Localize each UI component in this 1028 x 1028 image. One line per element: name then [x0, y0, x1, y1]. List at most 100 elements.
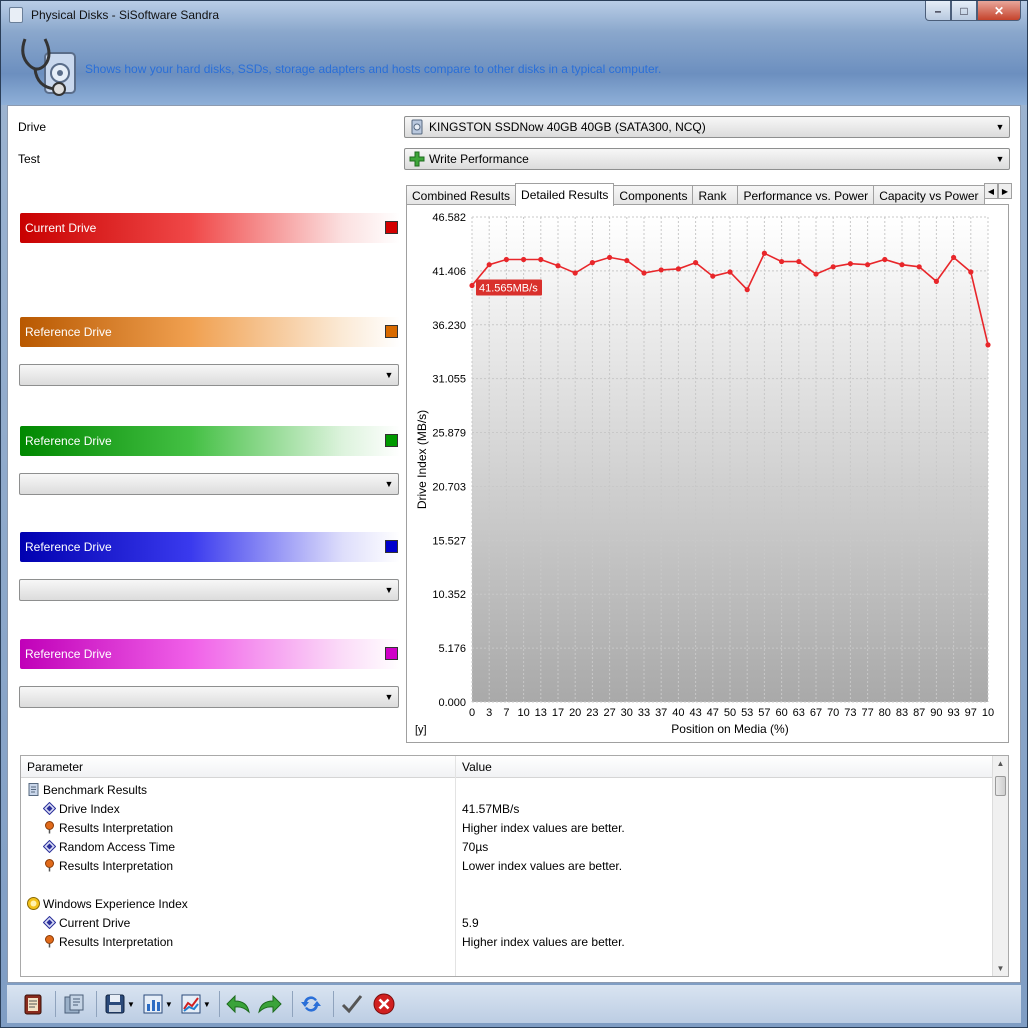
- reference-drive-3-label: Reference Drive: [25, 540, 112, 554]
- options-icon[interactable]: [60, 990, 88, 1018]
- data-point[interactable]: [847, 261, 853, 267]
- maximize-button[interactable]: □: [951, 1, 977, 21]
- data-point[interactable]: [486, 262, 492, 268]
- x-tick-label: 10: [517, 707, 529, 719]
- drive-select[interactable]: KINGSTON SSDNow 40GB 40GB (SATA300, NCQ)…: [404, 116, 1010, 138]
- column-header-parameter[interactable]: Parameter: [27, 760, 83, 774]
- cancel-icon[interactable]: [370, 990, 398, 1018]
- tab-combined-results[interactable]: Combined Results: [406, 185, 517, 206]
- data-point[interactable]: [675, 266, 681, 272]
- reference-drive-3-color-swatch[interactable]: [385, 540, 398, 553]
- test-select[interactable]: Write Performance ▼: [404, 148, 1010, 170]
- column-header-value[interactable]: Value: [462, 760, 492, 774]
- x-tick-label: 47: [707, 707, 719, 719]
- table-row[interactable]: Results Interpretation Lower index values…: [21, 857, 994, 876]
- table-row[interactable]: Windows Experience Index: [21, 895, 994, 914]
- table-row[interactable]: Current Drive 5.9: [21, 914, 994, 933]
- table-row[interactable]: Drive Index 41.57MB/s: [21, 800, 994, 819]
- tab-detailed-results[interactable]: Detailed Results: [515, 183, 615, 206]
- scroll-down-icon[interactable]: ▼: [993, 961, 1008, 976]
- reference-drive-4-select[interactable]: ▼: [19, 686, 399, 708]
- data-point[interactable]: [796, 258, 802, 265]
- table-row[interactable]: Results Interpretation Higher index value…: [21, 933, 994, 952]
- save-icon[interactable]: [101, 990, 129, 1018]
- data-point[interactable]: [641, 270, 647, 276]
- data-point[interactable]: [538, 256, 544, 263]
- data-point[interactable]: [710, 273, 716, 279]
- data-point[interactable]: [761, 250, 767, 256]
- reference-drive-3-band[interactable]: Reference Drive: [20, 532, 400, 562]
- data-point[interactable]: [744, 287, 750, 293]
- data-point[interactable]: [555, 263, 561, 269]
- table-row[interactable]: [21, 876, 994, 895]
- reference-drive-4-band[interactable]: Reference Drive: [20, 639, 400, 669]
- reference-drive-1-band[interactable]: Reference Drive: [20, 317, 400, 347]
- tab-capacity-vs-power[interactable]: Capacity vs Power: [873, 185, 985, 206]
- data-point[interactable]: [951, 254, 957, 261]
- tab-components[interactable]: Components: [613, 185, 694, 206]
- data-point[interactable]: [899, 262, 905, 268]
- current-drive-color-swatch[interactable]: [385, 221, 398, 234]
- reference-drive-1-color-swatch[interactable]: [385, 325, 398, 338]
- data-point[interactable]: [607, 254, 613, 261]
- data-point[interactable]: [882, 256, 888, 263]
- data-point[interactable]: [985, 342, 991, 348]
- tab-rank[interactable]: Rank: [692, 185, 739, 206]
- data-point[interactable]: [865, 262, 871, 268]
- data-point[interactable]: [624, 257, 630, 264]
- data-point[interactable]: [572, 270, 578, 276]
- minimize-button[interactable]: –: [925, 1, 951, 21]
- data-point[interactable]: [933, 278, 940, 284]
- y-tick-label: 46.582: [432, 212, 466, 224]
- table-row[interactable]: Benchmark Results: [21, 781, 994, 800]
- reference-drive-4-color-swatch[interactable]: [385, 647, 398, 660]
- y-tick-label: 5.176: [438, 643, 466, 655]
- data-point[interactable]: [693, 260, 699, 266]
- app-icon: [9, 7, 23, 23]
- x-tick-label: 33: [638, 707, 650, 719]
- reference-drive-2-band[interactable]: Reference Drive: [20, 426, 400, 456]
- y-tick-label: 41.406: [432, 266, 466, 278]
- table-row[interactable]: Random Access Time 70µs: [21, 838, 994, 857]
- current-drive-band[interactable]: Current Drive: [20, 213, 400, 243]
- table-row[interactable]: Results Interpretation Higher index value…: [21, 819, 994, 838]
- forward-icon[interactable]: [256, 990, 284, 1018]
- back-icon[interactable]: [224, 990, 252, 1018]
- data-point[interactable]: [916, 264, 922, 270]
- x-tick-label: 87: [913, 707, 925, 719]
- chart-icon[interactable]: [139, 990, 167, 1018]
- report-icon[interactable]: [19, 990, 47, 1018]
- scroll-up-icon[interactable]: ▲: [993, 756, 1008, 771]
- reference-drive-3-select[interactable]: ▼: [19, 579, 399, 601]
- scrollbar-thumb[interactable]: [995, 776, 1006, 796]
- reference-drive-2-color-swatch[interactable]: [385, 434, 398, 447]
- x-tick-label: 20: [569, 707, 581, 719]
- graph-dropdown-icon[interactable]: ▼: [203, 1000, 211, 1009]
- chart-dropdown-icon[interactable]: ▼: [165, 1000, 173, 1009]
- data-point[interactable]: [830, 264, 836, 270]
- detailed-results-chart: 46.582 41.406 36.230 31.055 25.879 20.703 15.5…: [415, 212, 994, 736]
- tab-scroll-left-icon[interactable]: ◀: [984, 183, 998, 199]
- data-point[interactable]: [779, 258, 785, 265]
- data-point[interactable]: [503, 256, 509, 263]
- reference-drive-1-select[interactable]: ▼: [19, 364, 399, 386]
- data-point[interactable]: [813, 271, 819, 277]
- toolbar-separator: [55, 991, 56, 1017]
- save-dropdown-icon[interactable]: ▼: [127, 1000, 135, 1009]
- x-tick-label: 17: [552, 707, 564, 719]
- reference-drive-2-select[interactable]: ▼: [19, 473, 399, 495]
- graph-icon[interactable]: [177, 990, 205, 1018]
- data-point[interactable]: [469, 282, 475, 289]
- data-point[interactable]: [727, 269, 733, 275]
- tab-scroll-right-icon[interactable]: ▶: [998, 183, 1012, 199]
- row-value: 70µs: [462, 840, 489, 854]
- table-scrollbar[interactable]: ▲ ▼: [992, 756, 1008, 976]
- close-button[interactable]: ✕: [977, 1, 1021, 21]
- refresh-icon[interactable]: [297, 990, 325, 1018]
- data-point[interactable]: [521, 256, 527, 263]
- data-point[interactable]: [968, 269, 974, 275]
- ok-icon[interactable]: [338, 990, 366, 1018]
- data-point[interactable]: [658, 267, 664, 273]
- data-point[interactable]: [589, 260, 595, 266]
- tab-performance-vs-power[interactable]: Performance vs. Power: [737, 185, 875, 206]
